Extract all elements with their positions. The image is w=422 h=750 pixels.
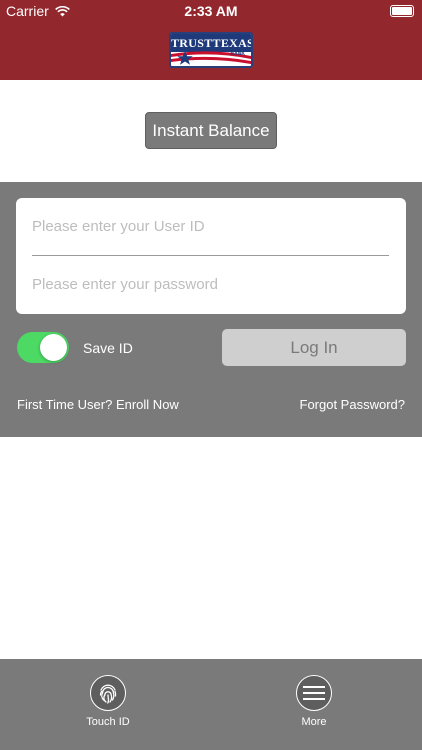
save-id-toggle[interactable]: [17, 332, 69, 363]
login-panel: Save ID Log In First Time User? Enroll N…: [0, 182, 422, 437]
status-bar: Carrier 2:33 AM: [0, 0, 422, 22]
tab-more[interactable]: More: [259, 675, 369, 728]
instant-balance-area: Instant Balance: [0, 80, 422, 182]
tab-touch-id-label: Touch ID: [86, 716, 130, 728]
bottom-tab-bar: Touch ID More: [0, 659, 422, 750]
tab-touch-id[interactable]: Touch ID: [53, 675, 163, 728]
toggle-knob: [40, 334, 67, 361]
save-id-label: Save ID: [83, 340, 133, 356]
instant-balance-button[interactable]: Instant Balance: [145, 112, 277, 149]
logo-bank-text: BANK: [230, 51, 245, 57]
battery-icon: [390, 5, 414, 17]
login-button[interactable]: Log In: [222, 329, 406, 366]
status-time: 2:33 AM: [184, 3, 238, 19]
password-input[interactable]: [32, 264, 388, 304]
fingerprint-icon: [90, 675, 126, 711]
app-header: TRUSTTEXAS BANK: [0, 22, 422, 80]
menu-icon: [296, 675, 332, 711]
tab-more-label: More: [301, 716, 327, 728]
field-divider: [32, 255, 389, 256]
enroll-link[interactable]: First Time User? Enroll Now: [17, 397, 179, 412]
trusttexas-logo: TRUSTTEXAS BANK: [169, 32, 253, 68]
forgot-password-link[interactable]: Forgot Password?: [300, 397, 406, 412]
user-id-input[interactable]: [32, 206, 388, 246]
credentials-card: [16, 198, 406, 314]
